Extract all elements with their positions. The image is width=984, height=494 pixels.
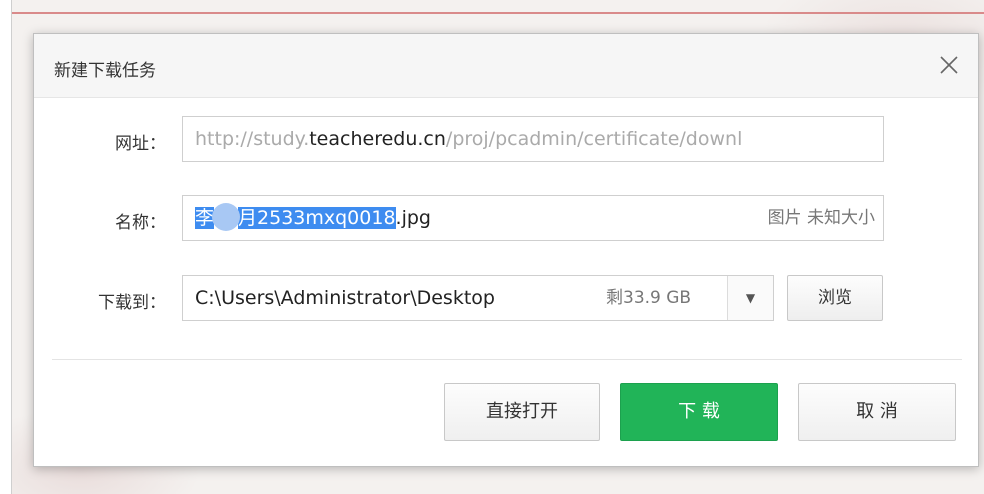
background-accent-line bbox=[0, 12, 984, 14]
browse-button[interactable]: 浏览 bbox=[787, 275, 883, 321]
chevron-down-icon[interactable]: ▼ bbox=[727, 276, 773, 320]
redaction-blur bbox=[212, 202, 241, 231]
dialog-title: 新建下载任务 bbox=[54, 61, 156, 81]
filename-selected-end: 月2533mxq0018 bbox=[238, 207, 396, 229]
url-field[interactable]: http://study.teacheredu.cn/proj/pcadmin/… bbox=[182, 116, 884, 162]
url-domain: teacheredu.cn bbox=[309, 128, 446, 150]
file-info: 图片 未知大小 bbox=[767, 196, 875, 240]
filename-extension: .jpg bbox=[395, 207, 431, 229]
open-directly-button[interactable]: 直接打开 bbox=[444, 383, 600, 441]
url-rest: /proj/pcadmin/certificate/downl bbox=[445, 128, 743, 150]
window-edge bbox=[0, 0, 12, 494]
filename-field[interactable]: 李月2533mxq0018.jpg 图片 未知大小 bbox=[182, 195, 884, 241]
save-to-label: 下载到： bbox=[98, 293, 166, 313]
save-path-field[interactable]: C:\Users\Administrator\Desktop 剩33.9 GB … bbox=[182, 275, 774, 321]
divider bbox=[52, 359, 962, 360]
url-prefix: http://study. bbox=[195, 128, 310, 150]
url-label: 网址： bbox=[115, 134, 166, 154]
close-icon[interactable] bbox=[934, 50, 964, 80]
save-path: C:\Users\Administrator\Desktop bbox=[195, 287, 495, 309]
cancel-button[interactable]: 取 消 bbox=[798, 383, 956, 441]
download-button[interactable]: 下 载 bbox=[620, 383, 778, 441]
file-type: 图片 bbox=[767, 208, 802, 228]
dialog-titlebar: 新建下载任务 bbox=[34, 34, 978, 98]
new-download-dialog: 新建下载任务 网址： http://study.teacheredu.cn/pr… bbox=[33, 33, 979, 467]
free-space: 剩33.9 GB bbox=[606, 288, 692, 308]
name-label: 名称： bbox=[115, 213, 166, 233]
file-size: 未知大小 bbox=[807, 208, 875, 228]
